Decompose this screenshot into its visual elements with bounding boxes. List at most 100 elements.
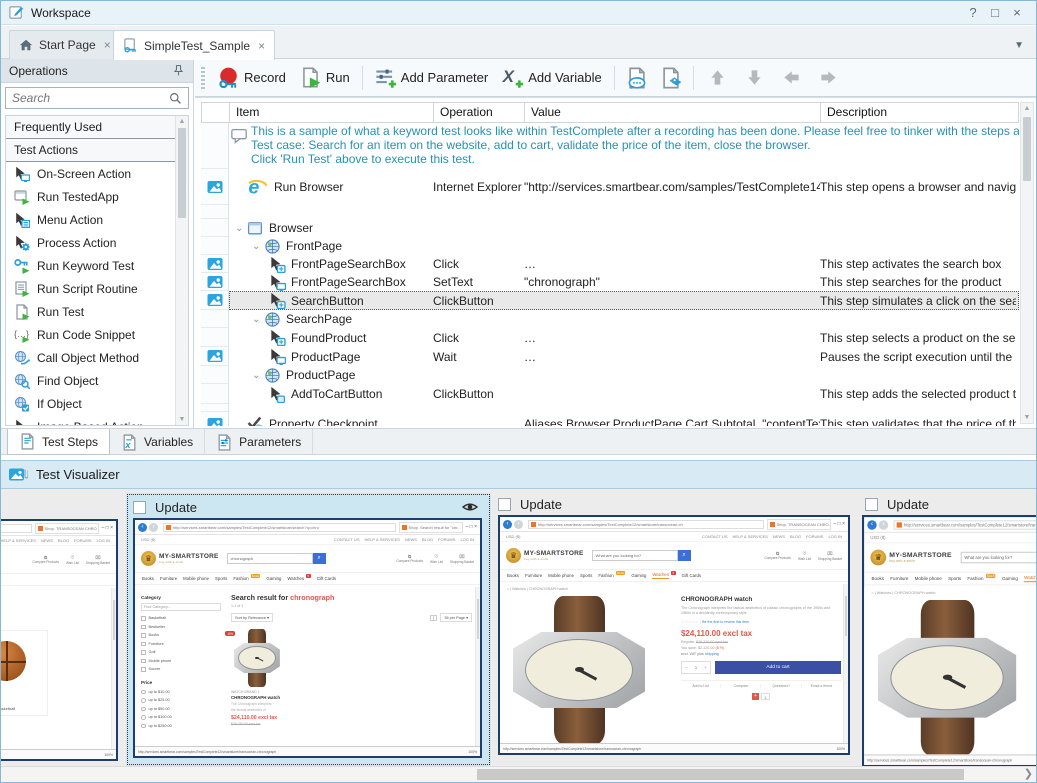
nav-link-gaming[interactable]: Gaming: [1002, 576, 1018, 581]
expander-icon[interactable]: ⌄: [252, 370, 264, 381]
nav-link-fashion[interactable]: Fashion: [233, 576, 248, 581]
update-checkbox[interactable]: [498, 498, 511, 511]
nav-link-books[interactable]: Books: [142, 576, 154, 581]
nav-link-fashion[interactable]: Fashion: [967, 576, 983, 581]
test-visualizer-header[interactable]: Test Visualizer: [1, 460, 1036, 489]
sort-select[interactable]: Sort by Relevance ▾: [231, 613, 273, 622]
nav-link-sports[interactable]: Sports: [580, 573, 592, 578]
store-search-button[interactable]: ⌕: [313, 553, 326, 564]
header-icon-1[interactable]: ♡Wish List: [66, 555, 79, 565]
sidebar-scrollbar[interactable]: ▲▼: [175, 116, 188, 425]
nav-link-furniture[interactable]: Furniture: [525, 573, 542, 578]
share-plus-button[interactable]: +: [752, 693, 759, 700]
close-button[interactable]: ×: [1006, 5, 1028, 20]
visualizer-frame-productpage[interactable]: Update‹›http://services.smartbear.com/sa…: [498, 493, 858, 766]
nav-link-mobile-phone[interactable]: Mobile phone: [915, 576, 942, 581]
browser-window-controls[interactable]: – □ ×: [466, 524, 478, 530]
forward-icon[interactable]: ›: [879, 520, 888, 529]
browser-tab[interactable]: Shop. Search result for "chr...: [399, 522, 463, 533]
category-option[interactable]: Basketball: [141, 614, 221, 623]
page-scrollbar[interactable]: [111, 588, 116, 749]
browser-tab[interactable]: Shop. TRANSOCEAN CHRO...: [35, 523, 99, 534]
test-step-row[interactable]: FrontPageSearchBoxSetText"chronograph"Th…: [201, 273, 1019, 291]
header-icon-2[interactable]: ⌧Shopping Basket: [450, 554, 474, 564]
store-search[interactable]: What are you looking for?⌕: [960, 552, 1037, 564]
store-search-input[interactable]: chronograph: [227, 553, 313, 564]
add-to-cart-button[interactable]: Add to cart: [715, 661, 841, 674]
product-link[interactable]: Add to List: [681, 684, 721, 688]
tab-start-page[interactable]: Start Page ×: [9, 30, 121, 59]
indent-icon[interactable]: [819, 68, 838, 87]
back-icon[interactable]: ‹: [503, 520, 512, 529]
header-icon-0[interactable]: ⧉Compare Products: [764, 551, 791, 561]
top-link[interactable]: LOG IN: [460, 537, 474, 542]
test-step-row[interactable]: eRun BrowserInternet Explorer"http://ser…: [201, 169, 1019, 205]
search-input[interactable]: [12, 91, 169, 105]
maximize-button[interactable]: □: [984, 5, 1006, 20]
store-search-input[interactable]: What are you looking for?: [960, 552, 1037, 564]
nav-link-sports[interactable]: Sports: [215, 576, 227, 581]
price-option[interactable]: up to $50.00: [141, 705, 221, 714]
tab-test-steps[interactable]: Test Steps: [7, 429, 110, 455]
top-link[interactable]: CONTACT US: [334, 537, 360, 542]
column-header-operation[interactable]: Operation: [434, 103, 525, 122]
checkbox[interactable]: [141, 650, 146, 655]
test-step-row[interactable]: Property CheckpointAliases.Browser.Produ…: [201, 412, 1019, 426]
test-step-row[interactable]: ⌄Browser: [201, 219, 1019, 237]
browser-window-controls[interactable]: – □ ×: [102, 525, 114, 531]
checkbox[interactable]: [141, 616, 146, 621]
group-header-test-actions[interactable]: Test Actions: [6, 139, 188, 162]
top-link[interactable]: BLOG: [790, 534, 801, 539]
quantity-stepper[interactable]: −1+: [681, 661, 711, 674]
toolbar-grip[interactable]: [201, 67, 205, 89]
product-link[interactable]: Email a friend: [802, 684, 841, 688]
operations-search-box[interactable]: [5, 87, 189, 109]
sidebar-item-if-object[interactable]: If Object: [6, 392, 188, 415]
header-icon-1[interactable]: ♡Wish List: [798, 551, 811, 561]
review-link[interactable]: Be the first to review this item: [702, 620, 749, 624]
imagecell-icon[interactable]: [207, 348, 223, 364]
test-step-row[interactable]: FrontPageSearchBoxClick…This step activa…: [201, 255, 1019, 273]
store-search-input[interactable]: What are you looking for?: [592, 550, 678, 561]
nav-link-sports[interactable]: Sports: [948, 576, 961, 581]
scroll-right-icon[interactable]: ❯: [1024, 767, 1033, 780]
column-header-description[interactable]: Description: [821, 103, 1017, 122]
header-icon-2[interactable]: ⌧Shopping Basket: [818, 551, 842, 561]
add-variable-button[interactable]: XAdd Variable: [502, 67, 601, 88]
header-icon-1[interactable]: ♡Wish List: [430, 554, 443, 564]
page-size-select[interactable]: 36 per Page ▾: [440, 613, 472, 622]
tab-list-dropdown-icon[interactable]: ▼: [1014, 40, 1024, 51]
update-checkbox[interactable]: [133, 501, 146, 514]
category-option[interactable]: Mobile phone: [141, 657, 221, 666]
header-icon-0[interactable]: ⧉Compare Products: [396, 554, 423, 564]
run-button[interactable]: Run: [300, 67, 350, 88]
sidebar-item-run-keyword-test[interactable]: Run Keyword Test: [6, 254, 188, 277]
top-link[interactable]: HELP & SERVICES: [1, 538, 36, 543]
product-link[interactable]: Compare: [721, 684, 761, 688]
forward-icon[interactable]: ›: [149, 523, 158, 532]
tab-simpletest-sample[interactable]: SimpleTest_Sample ×: [113, 30, 275, 60]
outdent-icon[interactable]: [782, 68, 801, 87]
sidebar-item-run-script-routine[interactable]: Run Script Routine: [6, 277, 188, 300]
shipping-link[interactable]: shipping: [705, 652, 719, 656]
checkbox[interactable]: [141, 659, 146, 664]
test-step-row[interactable]: AddToCartButtonClickButtonThis step adds…: [201, 384, 1019, 404]
category-search-box[interactable]: Find Category...: [141, 603, 221, 611]
top-link[interactable]: FORUMS: [74, 538, 91, 543]
move-down-icon[interactable]: [745, 68, 764, 87]
forward-icon[interactable]: ›: [514, 520, 523, 529]
sidebar-item-find-object[interactable]: Find Object: [6, 369, 188, 392]
column-header-value[interactable]: Value: [525, 103, 821, 122]
browser-window[interactable]: ‹›http://services.smartbear.com/samples/…: [133, 518, 482, 758]
sidebar-item-on-screen-action[interactable]: On-Screen Action: [6, 162, 188, 185]
record-button[interactable]: Record: [218, 67, 286, 88]
browser-window-controls[interactable]: – □ ×: [834, 521, 846, 527]
tile-basketball[interactable]: Basketball: [1, 630, 48, 716]
imagecell-icon[interactable]: [207, 416, 223, 427]
expander-icon[interactable]: ⌄: [252, 241, 264, 252]
radio[interactable]: [141, 715, 146, 720]
imagecell-icon[interactable]: [207, 274, 223, 290]
sidebar-item-run-code-snippet[interactable]: {…}Run Code Snippet: [6, 323, 188, 346]
top-link[interactable]: HELP & SERVICES: [365, 537, 400, 542]
checkbox[interactable]: [141, 667, 146, 672]
